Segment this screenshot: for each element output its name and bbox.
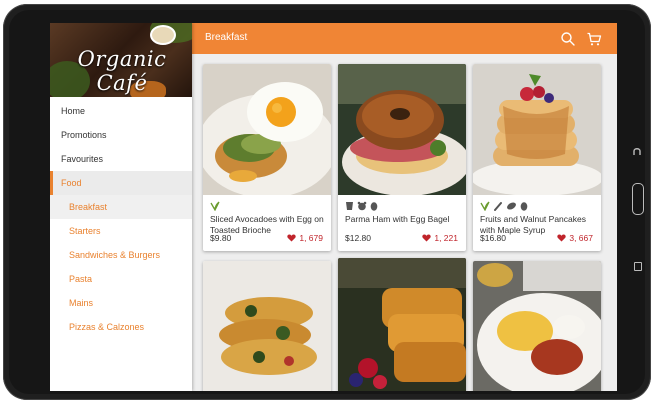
- app-screen: Organic Café Home Promotions Favourites …: [50, 23, 617, 391]
- like-count-value: 1, 221: [434, 233, 458, 243]
- product-card[interactable]: [473, 261, 601, 391]
- product-price: $16.80: [480, 233, 506, 243]
- product-image-avocado-egg: [203, 64, 331, 195]
- sidebar-item-breakfast[interactable]: Breakfast: [50, 195, 192, 219]
- product-image-veg-fritters: [203, 261, 331, 391]
- vegetarian-icon: [480, 201, 490, 211]
- product-card[interactable]: Sliced Avocadoes with Egg on Toasted Bri…: [203, 64, 331, 251]
- sidebar-menu: Home Promotions Favourites Food Breakfas…: [50, 97, 192, 339]
- product-image-french-toast: [338, 258, 466, 391]
- top-bar: Breakfast: [192, 23, 617, 54]
- cart-icon[interactable]: [586, 31, 602, 47]
- like-count-value: 3, 667: [569, 233, 593, 243]
- vegetarian-icon: [210, 201, 220, 211]
- dietary-tags: [480, 201, 528, 211]
- sidebar-item-food[interactable]: Food: [50, 171, 192, 195]
- egg-icon: [520, 202, 528, 211]
- product-name: Parma Ham with Egg Bagel: [345, 214, 450, 224]
- sidebar-item-pasta[interactable]: Pasta: [50, 267, 192, 291]
- dietary-tags: [345, 201, 378, 211]
- egg-icon: [370, 202, 378, 211]
- heart-icon: [557, 234, 567, 242]
- like-count[interactable]: 3, 667: [557, 233, 593, 243]
- home-button[interactable]: [632, 183, 644, 215]
- back-button-icon[interactable]: [633, 146, 641, 156]
- sidebar-item-sandwiches-burgers[interactable]: Sandwiches & Burgers: [50, 243, 192, 267]
- recent-apps-button[interactable]: [634, 262, 642, 271]
- sidebar-item-pizzas-calzones[interactable]: Pizzas & Calzones: [50, 315, 192, 339]
- product-image-pancakes: [473, 64, 601, 195]
- nut-icon: [507, 202, 516, 210]
- pig-icon: [357, 201, 367, 211]
- product-card[interactable]: [338, 258, 466, 391]
- product-grid: Sliced Avocadoes with Egg on Toasted Bri…: [192, 54, 617, 391]
- product-card[interactable]: Parma Ham with Egg Bagel $12.80 1, 221: [338, 64, 466, 251]
- product-card[interactable]: [203, 261, 331, 391]
- heart-icon: [287, 234, 297, 242]
- product-price: $9.80: [210, 233, 232, 243]
- like-count[interactable]: 1, 679: [287, 233, 323, 243]
- sidebar-item-promotions[interactable]: Promotions: [50, 123, 192, 147]
- cup-icon: [346, 202, 353, 210]
- page-title: Breakfast: [205, 32, 248, 43]
- product-price: $12.80: [345, 233, 371, 243]
- product-image-ham-bagel: [338, 64, 466, 195]
- heart-icon: [422, 234, 432, 242]
- dietary-tags: [210, 201, 220, 211]
- sidebar-item-starters[interactable]: Starters: [50, 219, 192, 243]
- sidebar-item-home[interactable]: Home: [50, 99, 192, 123]
- search-icon[interactable]: [560, 31, 576, 47]
- logo: Organic Café: [50, 23, 192, 97]
- logo-text: Organic Café: [77, 47, 167, 95]
- like-count-value: 1, 679: [299, 233, 323, 243]
- product-image-scrambled-eggs: [473, 261, 601, 391]
- chili-icon: [494, 202, 502, 211]
- product-card[interactable]: Fruits and Walnut Pancakes with Maple Sy…: [473, 64, 601, 251]
- sidebar: Organic Café Home Promotions Favourites …: [50, 23, 192, 391]
- sidebar-item-mains[interactable]: Mains: [50, 291, 192, 315]
- sidebar-item-favourites[interactable]: Favourites: [50, 147, 192, 171]
- like-count[interactable]: 1, 221: [422, 233, 458, 243]
